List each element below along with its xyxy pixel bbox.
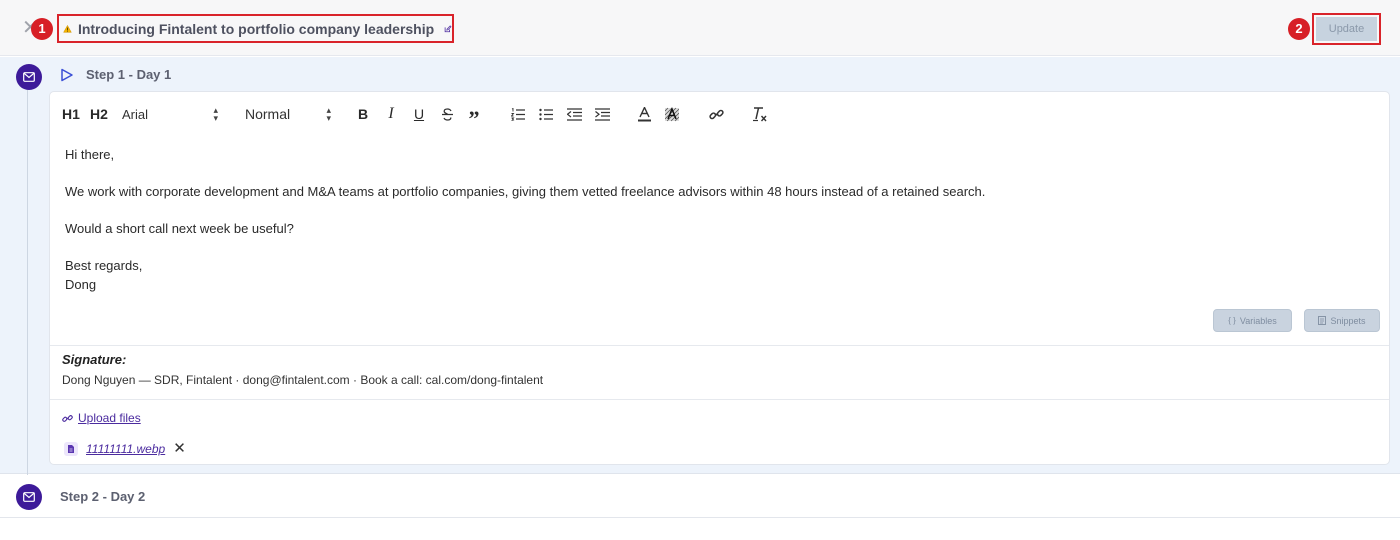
step-2-mail-icon bbox=[16, 484, 42, 510]
remove-attachment-icon[interactable]: ✕ bbox=[173, 441, 186, 456]
step-2-label: Step 2 - Day 2 bbox=[60, 489, 146, 504]
caret-updown-icon: ▴ ▾ bbox=[326, 105, 331, 123]
ordered-list-button[interactable] bbox=[510, 104, 526, 124]
bullet-list-icon bbox=[539, 108, 553, 120]
caret-updown-icon: ▴ ▾ bbox=[213, 105, 218, 123]
top-bar: ✕ 1 Introducing Fintalent to portfolio c… bbox=[0, 0, 1400, 56]
email-closing[interactable]: Best regards, bbox=[65, 258, 142, 273]
strikethrough-button[interactable] bbox=[440, 104, 454, 124]
italic-button[interactable]: I bbox=[384, 104, 398, 124]
clear-format-icon bbox=[753, 106, 767, 121]
size-select[interactable]: Normal ▴ ▾ bbox=[245, 104, 331, 124]
highlight-icon bbox=[665, 106, 679, 121]
sequence-title: Introducing Fintalent to portfolio compa… bbox=[77, 20, 435, 37]
indent-icon bbox=[594, 107, 610, 121]
signature-text: Dong Nguyen — SDR, Fintalent · dong@fint… bbox=[62, 373, 544, 387]
bold-button[interactable]: B bbox=[356, 104, 370, 124]
update-button-frame: Update bbox=[1312, 13, 1381, 45]
strikethrough-icon bbox=[441, 107, 453, 121]
email-paragraph-1[interactable]: We work with corporate development and M… bbox=[65, 184, 985, 199]
callout-badge-2: 2 bbox=[1288, 18, 1310, 40]
document-icon bbox=[1318, 316, 1327, 325]
update-button[interactable]: Update bbox=[1316, 17, 1377, 41]
outdent-button[interactable] bbox=[566, 104, 582, 124]
indent-button[interactable] bbox=[594, 104, 610, 124]
heading-2-button[interactable]: H2 bbox=[90, 104, 108, 124]
timeline-line bbox=[27, 88, 28, 482]
signature-title: Signature: bbox=[62, 352, 127, 367]
snippets-button[interactable]: Snippets bbox=[1304, 309, 1380, 332]
email-sender-name[interactable]: Dong bbox=[65, 277, 96, 292]
attachment-file-name[interactable]: 11111111.webp bbox=[86, 442, 165, 456]
editor-toolbar: H1 H2 Arial ▴ ▾ Normal ▴ ▾ B I U ” bbox=[62, 104, 862, 130]
clear-format-button[interactable] bbox=[752, 104, 768, 124]
play-icon[interactable] bbox=[60, 68, 74, 82]
edit-icon[interactable] bbox=[444, 22, 452, 36]
upload-files-link[interactable]: Upload files bbox=[62, 411, 141, 425]
step-1-label: Step 1 - Day 1 bbox=[86, 67, 172, 82]
step-2-row[interactable]: Step 2 - Day 2 bbox=[0, 475, 1400, 518]
ordered-list-icon bbox=[511, 107, 525, 121]
attachments-divider bbox=[50, 399, 1389, 400]
text-color-button[interactable] bbox=[637, 104, 651, 124]
email-greeting[interactable]: Hi there, bbox=[65, 147, 114, 162]
font-select[interactable]: Arial ▴ ▾ bbox=[122, 104, 218, 124]
email-paragraph-2[interactable]: Would a short call next week be useful? bbox=[65, 221, 294, 236]
braces-icon: { } bbox=[1228, 316, 1236, 325]
sequence-title-field[interactable]: Introducing Fintalent to portfolio compa… bbox=[57, 14, 454, 43]
outdent-icon bbox=[566, 107, 582, 121]
callout-badge-1: 1 bbox=[31, 18, 53, 40]
background-color-button[interactable] bbox=[665, 104, 679, 124]
blockquote-button[interactable]: ” bbox=[466, 104, 482, 130]
link-icon bbox=[708, 109, 724, 119]
underline-button[interactable]: U bbox=[412, 104, 426, 124]
email-editor-card: H1 H2 Arial ▴ ▾ Normal ▴ ▾ B I U ” Hi th… bbox=[49, 91, 1390, 465]
signature-divider bbox=[50, 345, 1389, 346]
link-button[interactable] bbox=[708, 104, 724, 124]
attachment-item: 11111111.webp ✕ bbox=[64, 441, 186, 456]
step-1-header[interactable]: Step 1 - Day 1 bbox=[60, 67, 171, 82]
step-1-mail-icon bbox=[16, 64, 42, 90]
link-icon bbox=[62, 414, 73, 422]
heading-1-button[interactable]: H1 bbox=[62, 104, 80, 124]
variables-button[interactable]: { } Variables bbox=[1213, 309, 1292, 332]
text-color-icon bbox=[637, 106, 651, 121]
bullet-list-button[interactable] bbox=[538, 104, 554, 124]
warning-icon bbox=[63, 24, 72, 33]
file-icon bbox=[64, 442, 78, 456]
